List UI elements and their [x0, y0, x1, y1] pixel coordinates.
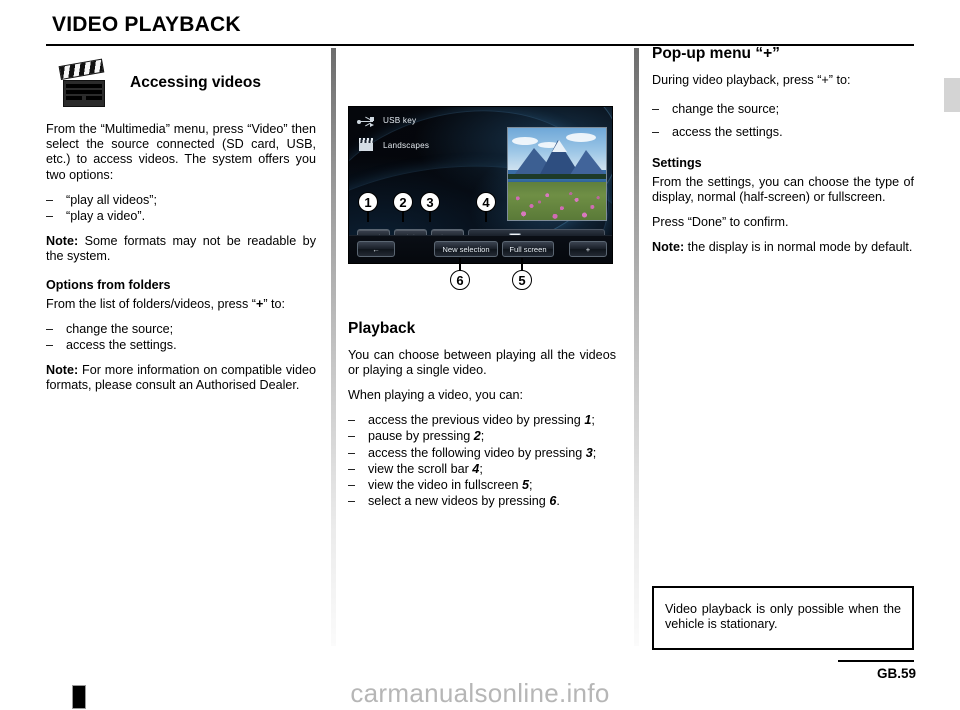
list-item: – select a new videos by pressing 6. [348, 494, 560, 509]
footer-divider [838, 660, 914, 662]
right-note: Note: the display is in normal mode by d… [652, 240, 913, 255]
clapperboard-icon [58, 58, 106, 107]
folder-label: Landscapes [383, 141, 430, 150]
list-item: – pause by pressing 2; [348, 429, 485, 444]
clapperboard-small-icon [358, 138, 374, 152]
clapper-stick [58, 58, 105, 80]
list-item: – change the source; [46, 321, 174, 336]
right-column: Pop-up menu “+” During video playback, p… [652, 45, 914, 266]
popup-intro: During video playback, press “+” to: [652, 72, 851, 87]
playback-bullets: – access the previous video by pressing 1… [348, 413, 616, 509]
callout-6: 6 [450, 270, 470, 290]
callout-1: 1 [358, 192, 378, 212]
settings-heading: Settings [652, 155, 702, 170]
playback-paragraph-1: You can choose between playing all the v… [348, 347, 616, 377]
callout-2: 2 [393, 192, 413, 212]
list-item: – access the settings. [652, 124, 783, 139]
usb-icon [357, 116, 377, 127]
page-edge-tab [944, 78, 960, 112]
note-lead: Note: [652, 240, 685, 255]
full-screen-button[interactable]: Full screen [502, 241, 554, 257]
column-separator-right [634, 48, 639, 646]
list-item: – access the settings. [46, 338, 177, 353]
note-lead: Note: [46, 234, 79, 249]
list-item: – “play all videos”; [46, 192, 157, 207]
callout-4: 4 [476, 192, 496, 212]
warning-box: Video playback is only possible when the… [652, 586, 914, 650]
settings-paragraph-1: From the settings, you can choose the ty… [652, 174, 914, 204]
accessing-videos-title: Accessing videos [130, 74, 261, 91]
new-selection-button[interactable]: New selection [434, 241, 498, 257]
list-item: – view the scroll bar 4; [348, 461, 483, 476]
left-intro-paragraph: From the “Multimedia” menu, press “Video… [46, 122, 316, 182]
infotainment-screenshot: USB key Landscapes ◀◀❘ ❘❘ ❘▶▶ 00:03 00:3… [348, 106, 613, 264]
callout-3: 3 [420, 192, 440, 212]
options-from-folders-heading: Options from folders [46, 277, 171, 292]
list-item: – change the source; [652, 101, 780, 116]
playback-heading: Playback [348, 320, 416, 337]
page-title: VIDEO PLAYBACK [52, 13, 241, 36]
watermark: carmanualsonline.info [350, 678, 610, 708]
playback-paragraph-2: When playing a video, you can: [348, 388, 524, 402]
column-separator-left [331, 48, 336, 646]
warning-text: Video playback is only possible when the… [665, 602, 901, 632]
settings-paragraph-2: Press “Done” to confirm. [652, 215, 789, 230]
popup-bullets: – change the source; – access the settings… [652, 98, 914, 143]
device-bottom-bar: ← New selection Full screen + [349, 235, 612, 263]
options-intro-paragraph: From the list of folders/videos, press “… [46, 296, 286, 311]
left-note-1: Note: Some formats may not be readable b… [46, 234, 316, 264]
popup-menu-heading: Pop-up menu “+” [652, 45, 780, 62]
list-item: – “play a video”. [46, 209, 146, 224]
list-item: – access the previous video by pressing 1… [348, 413, 595, 428]
left-intro-bullets: – “play all videos”; – “play a video”. [46, 193, 316, 224]
left-note-2: Note: For more information on compatible… [46, 363, 316, 393]
list-item: – view the video in fullscreen 5; [348, 478, 533, 493]
callout-5: 5 [512, 270, 532, 290]
list-item: – access the following video by pressing … [348, 445, 597, 460]
note-lead: Note: [46, 363, 79, 378]
left-column: From the “Multimedia” menu, press “Video… [46, 122, 316, 404]
video-thumbnail[interactable] [507, 127, 607, 221]
clapper-board-body [63, 80, 105, 107]
middle-column: Playback You can choose between playing … [348, 320, 616, 519]
back-button[interactable]: ← [357, 241, 395, 257]
options-bullets: – change the source; – access the settings… [46, 322, 316, 353]
accessing-videos-header: Accessing videos [46, 58, 318, 114]
plus-menu-button[interactable]: + [569, 241, 607, 257]
source-label: USB key [383, 116, 417, 125]
